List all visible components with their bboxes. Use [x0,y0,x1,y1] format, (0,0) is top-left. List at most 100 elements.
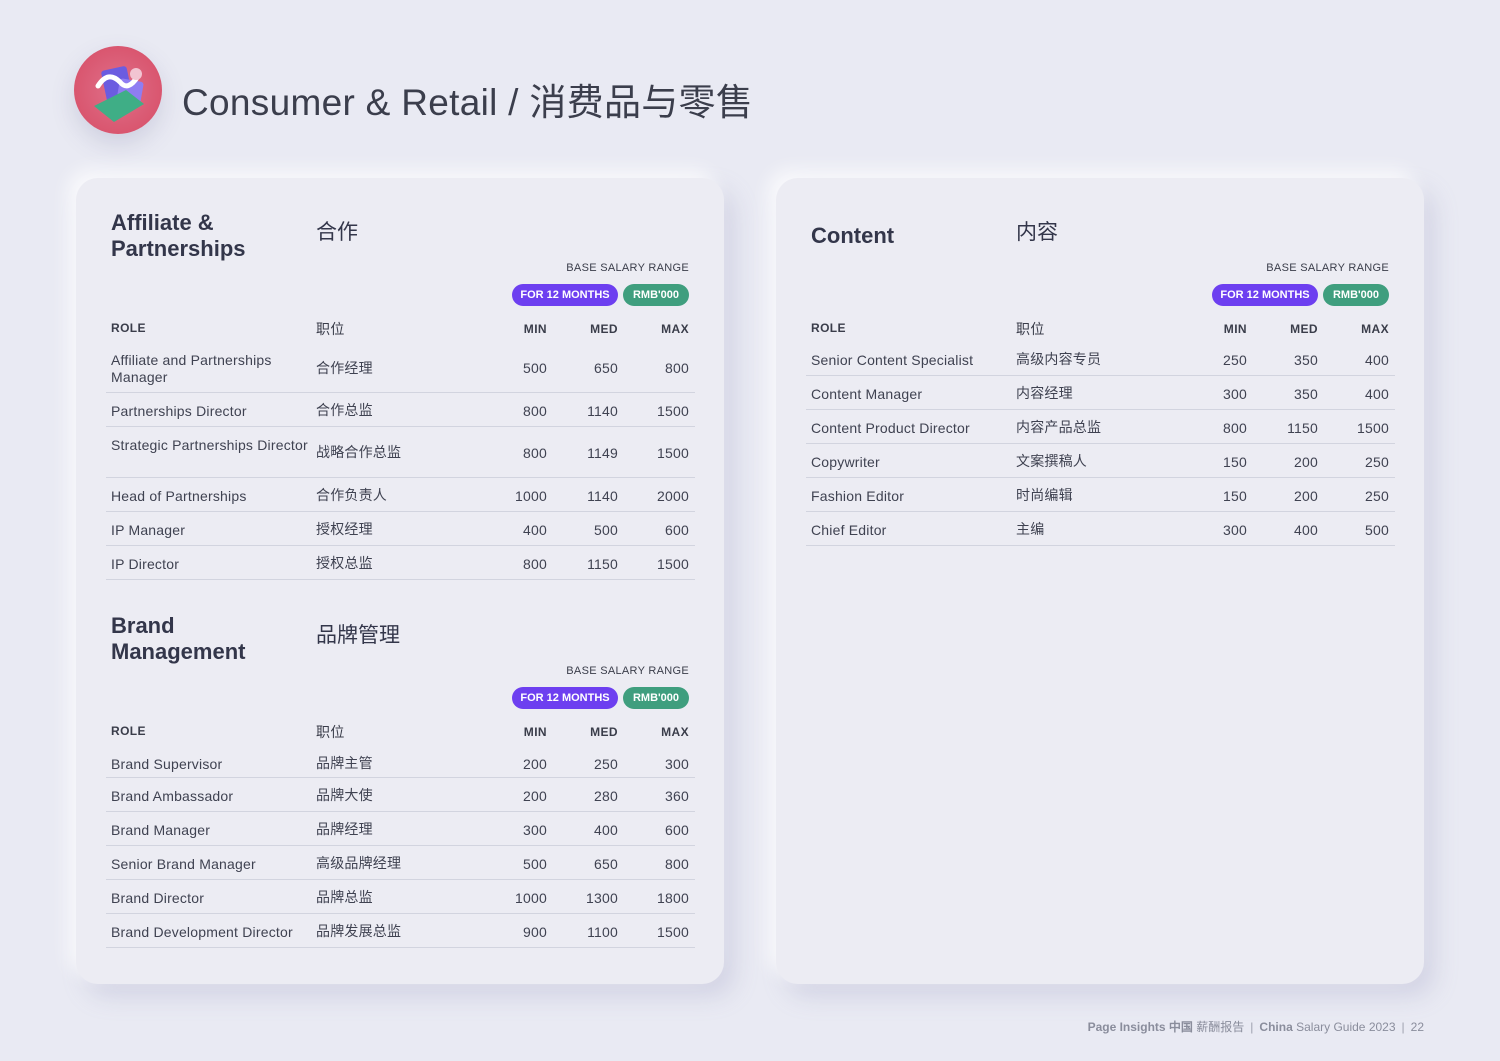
med-header: MED [1290,322,1318,336]
role-cn-header: 职位 [316,321,345,337]
min-header: MIN [523,725,547,739]
months-badge: FOR 12 MONTHS [512,687,618,709]
table-row: Copywriter 文案撰稿人 150 200 250 [806,444,1395,478]
max-header: MAX [661,725,689,739]
currency-badge: RMB'000 [623,687,689,709]
footer-brand-bold: Page Insights 中国 [1087,1020,1193,1034]
role-name: Fashion Editor [811,488,905,504]
section-title-cn: 合作 [316,221,358,244]
table-row: Senior Brand Manager 高级品牌经理 500 650 800 [106,846,695,880]
salary-med: 1150 [1287,420,1318,436]
role-name: Content Product Director [811,420,970,436]
months-badge: FOR 12 MONTHS [1212,284,1318,306]
role-cn-header: 职位 [1016,321,1045,337]
salary-max: 1500 [657,556,689,572]
salary-med: 200 [1294,454,1318,470]
role-name-cn: 主编 [1016,521,1045,537]
salary-min: 500 [523,856,547,872]
table-row: Chief Editor 主编 300 400 500 [806,512,1395,546]
footer-brand-rest: 薪酬报告 [1196,1020,1245,1034]
table-row: Content Product Director 内容产品总监 800 1150… [806,410,1395,444]
role-name-cn: 高级内容专员 [1016,351,1102,367]
role-name: Senior Brand Manager [111,856,256,872]
role-name: Chief Editor [811,522,887,538]
salary-min: 1000 [515,488,547,504]
table-row: Brand Director 品牌总监 1000 1300 1800 [106,880,695,914]
salary-max: 800 [665,856,689,872]
salary-max: 1500 [657,403,689,419]
med-header: MED [590,725,618,739]
footer-guide-bold: China [1259,1020,1293,1034]
role-name-cn: 文案撰稿人 [1016,453,1087,469]
salary-min: 900 [523,924,547,940]
role-name-cn: 合作经理 [316,360,373,376]
role-name-cn: 内容产品总监 [1016,419,1102,435]
salary-max: 500 [1365,522,1389,538]
role-header: ROLE [111,321,146,335]
table-row: Affiliate and Partnerships Manager 合作经理 … [106,344,695,393]
table-row: Senior Content Specialist 高级内容专员 250 350… [806,342,1395,376]
salary-min: 300 [1223,386,1247,402]
role-name: Head of Partnerships [111,488,247,504]
table-row: Strategic Partnerships Director 战略合作总监 8… [106,427,695,478]
role-name: IP Director [111,556,180,572]
salary-med: 650 [594,360,618,376]
role-name: Brand Supervisor [111,756,223,772]
salary-min: 800 [523,445,547,461]
salary-max: 1500 [1357,420,1389,436]
salary-max: 1800 [657,890,689,906]
min-header: MIN [523,322,547,336]
salary-med: 400 [594,822,618,838]
role-name-cn: 品牌总监 [316,889,373,905]
salary-card-right: Content 内容 BASE SALARY RANGE FOR 12 MONT… [776,178,1424,984]
salary-min: 1000 [515,890,547,906]
table-row: IP Director 授权总监 800 1150 1500 [106,546,695,580]
salary-med: 500 [594,522,618,538]
salary-max: 800 [665,360,689,376]
salary-min: 800 [1223,420,1247,436]
salary-med: 350 [1294,386,1318,402]
shopping-illustration-icon [94,66,144,122]
role-name-cn: 品牌大使 [316,787,373,803]
role-name: Brand Development Director [111,924,293,940]
role-name: Affiliate and Partnerships Manager [111,352,272,385]
page-number: 22 [1410,1020,1424,1034]
min-header: MIN [1223,322,1247,336]
salary-range-label: BASE SALARY RANGE [566,262,689,274]
salary-med: 250 [594,756,618,772]
salary-max: 600 [665,822,689,838]
footer-guide-rest: Salary Guide 2023 [1296,1020,1396,1034]
section-title-en: Brand Management [111,613,246,664]
months-badge: FOR 12 MONTHS [512,284,618,306]
salary-med: 1300 [586,890,618,906]
salary-min: 300 [1223,522,1247,538]
salary-max: 250 [1365,454,1389,470]
role-name-cn: 高级品牌经理 [316,855,402,871]
salary-med: 1140 [587,403,618,419]
page-footer: Page Insights 中国 薪酬报告 | China Salary Guide… [1088,1018,1424,1035]
salary-med: 350 [1294,352,1318,368]
salary-range-label: BASE SALARY RANGE [566,665,689,677]
page-title: Consumer & Retail / 消费品与零售 [182,82,754,123]
currency-badge: RMB'000 [1323,284,1389,306]
table-row: Head of Partnerships 合作负责人 1000 1140 200… [106,478,695,512]
role-name-cn: 授权经理 [316,521,373,537]
salary-med: 1150 [587,556,618,572]
role-name-cn: 内容经理 [1016,385,1073,401]
salary-max: 1500 [657,445,689,461]
table-row: Fashion Editor 时尚编辑 150 200 250 [806,478,1395,512]
salary-max: 2000 [657,488,689,504]
salary-max: 400 [1365,352,1389,368]
salary-min: 400 [523,522,547,538]
salary-max: 1500 [657,924,689,940]
salary-med: 1149 [587,445,618,461]
salary-med: 650 [594,856,618,872]
table-row: IP Manager 授权经理 400 500 600 [106,512,695,546]
table-row: Brand Manager 品牌经理 300 400 600 [106,812,695,846]
salary-min: 150 [1223,488,1247,504]
salary-card-left: Affiliate & Partnerships 合作 BASE SALARY … [76,178,724,984]
salary-min: 800 [523,556,547,572]
salary-min: 800 [523,403,547,419]
role-cn-header: 职位 [316,724,345,740]
role-name: Strategic Partnerships Director [111,437,308,453]
